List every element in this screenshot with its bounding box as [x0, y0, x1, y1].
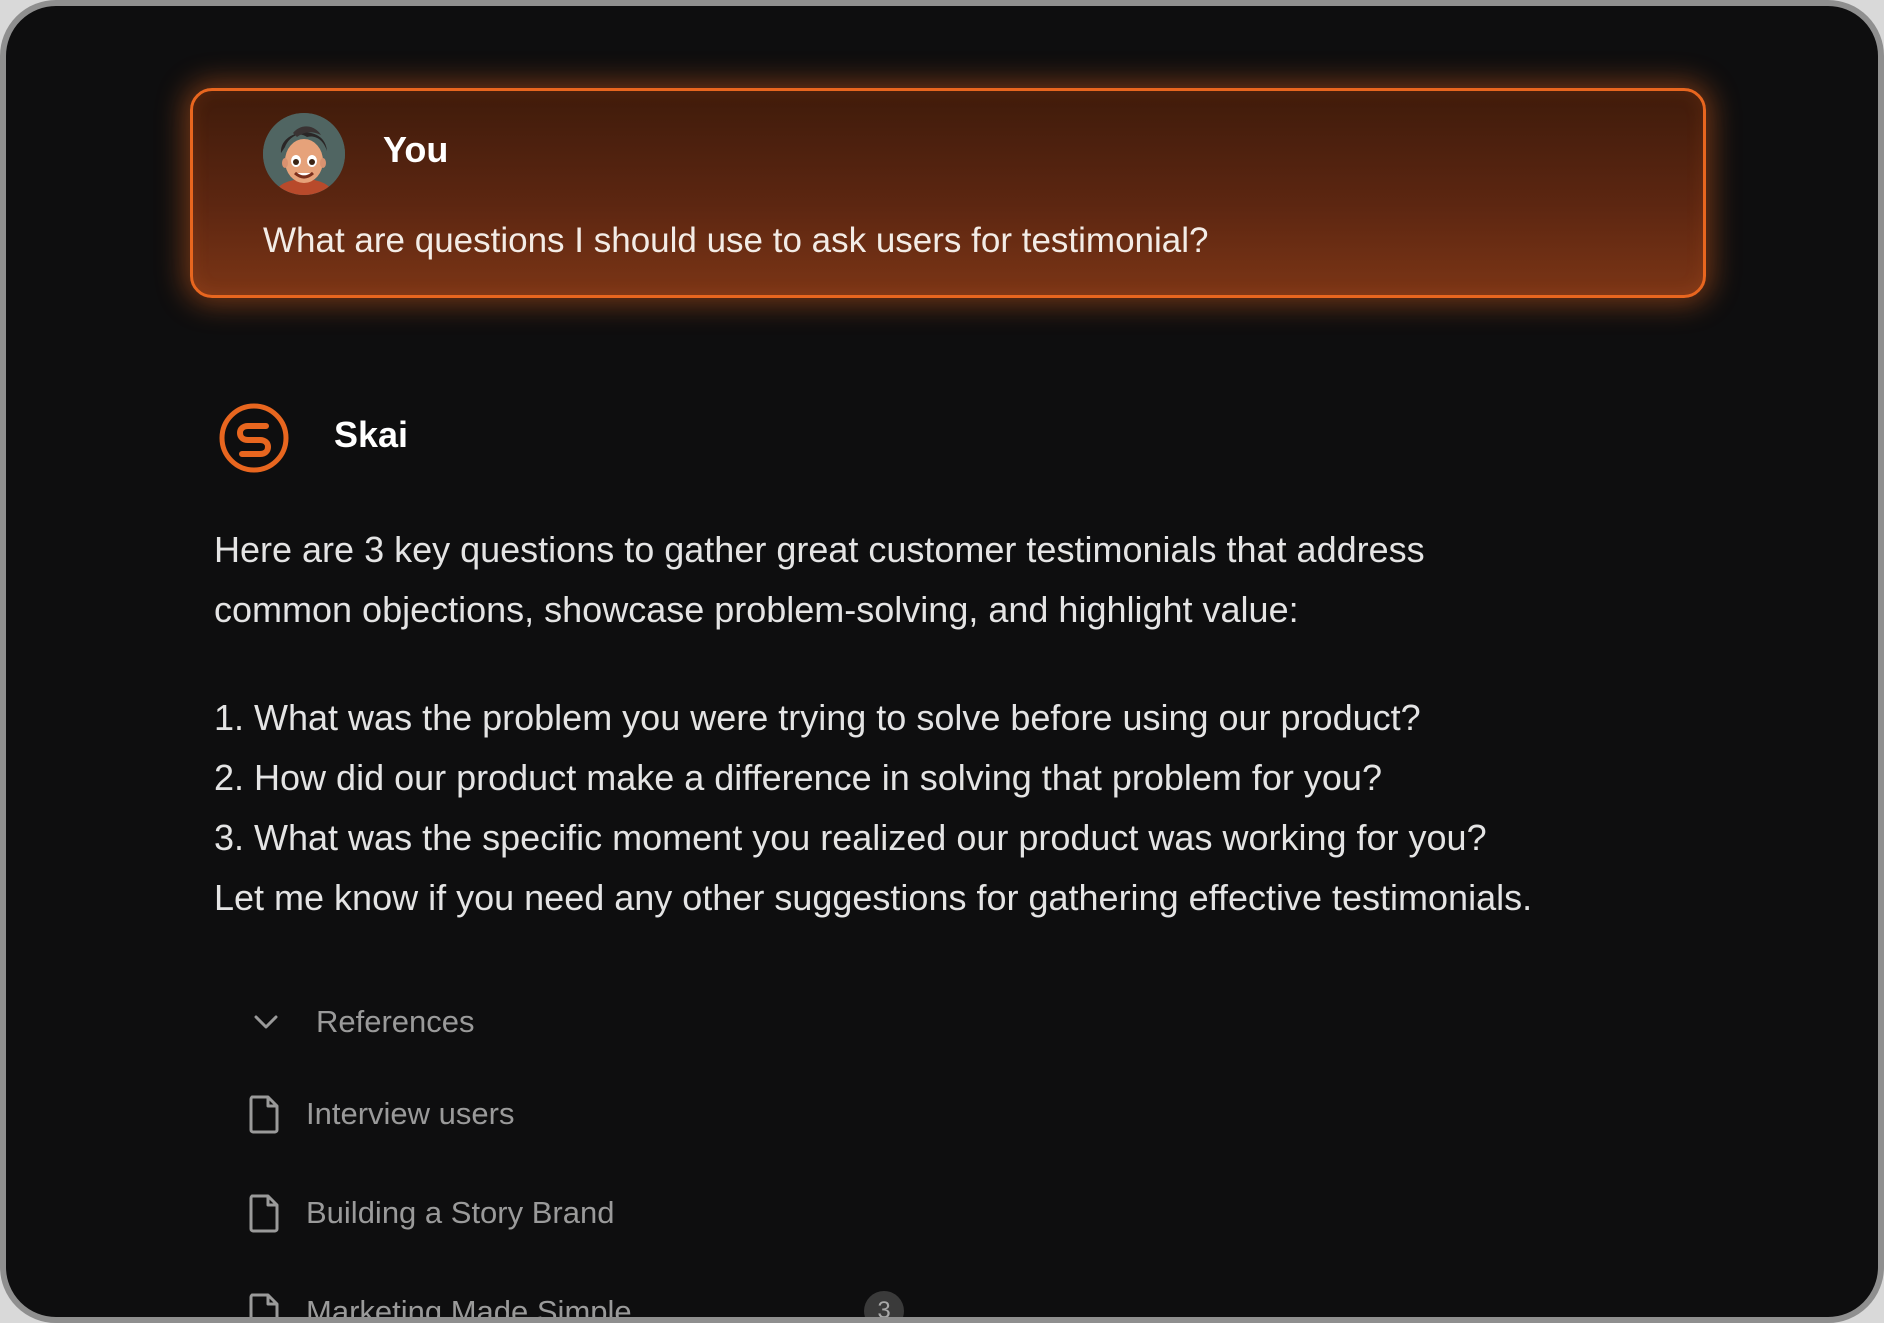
- user-avatar: [263, 113, 345, 195]
- chevron-down-icon: [254, 1015, 278, 1029]
- document-icon: [249, 1194, 279, 1233]
- answer-list-item: 2. How did our product make a difference…: [214, 757, 1382, 798]
- chat-window: You What are questions I should use to a…: [0, 0, 1884, 1323]
- user-sender-name: You: [383, 129, 449, 170]
- assistant-sender-name: Skai: [334, 414, 409, 455]
- assistant-message-text: Here are 3 key questions to gather great…: [214, 520, 1734, 928]
- reference-item[interactable]: Interview users: [246, 1092, 514, 1136]
- answer-intro-line: Here are 3 key questions to gather great…: [214, 529, 1425, 570]
- user-message-text: What are questions I should use to ask u…: [263, 221, 1209, 260]
- references-label: References: [316, 1004, 475, 1039]
- cartoon-avatar-icon: [263, 113, 345, 195]
- reference-item-label: Building a Story Brand: [306, 1195, 615, 1230]
- answer-closing: Let me know if you need any other sugges…: [214, 877, 1533, 918]
- references-toggle[interactable]: References: [246, 1000, 475, 1044]
- reference-item-label: Interview users: [306, 1096, 515, 1131]
- reference-item-label: Marketing Made Simple: [306, 1294, 632, 1323]
- answer-intro: Here are 3 key questions to gather great…: [214, 520, 1734, 640]
- answer-list-item: 1. What was the problem you were trying …: [214, 697, 1421, 738]
- references-count-badge: 3: [864, 1291, 904, 1317]
- document-icon: [249, 1293, 279, 1317]
- user-message-card: You What are questions I should use to a…: [190, 88, 1706, 298]
- reference-item[interactable]: Building a Story Brand: [246, 1191, 614, 1235]
- reference-item[interactable]: Marketing Made Simple: [246, 1290, 632, 1323]
- skai-logo-icon: [219, 403, 289, 473]
- answer-intro-line: common objections, showcase problem-solv…: [214, 589, 1299, 630]
- answer-list-item: 3. What was the specific moment you real…: [214, 817, 1487, 858]
- document-icon: [249, 1095, 279, 1134]
